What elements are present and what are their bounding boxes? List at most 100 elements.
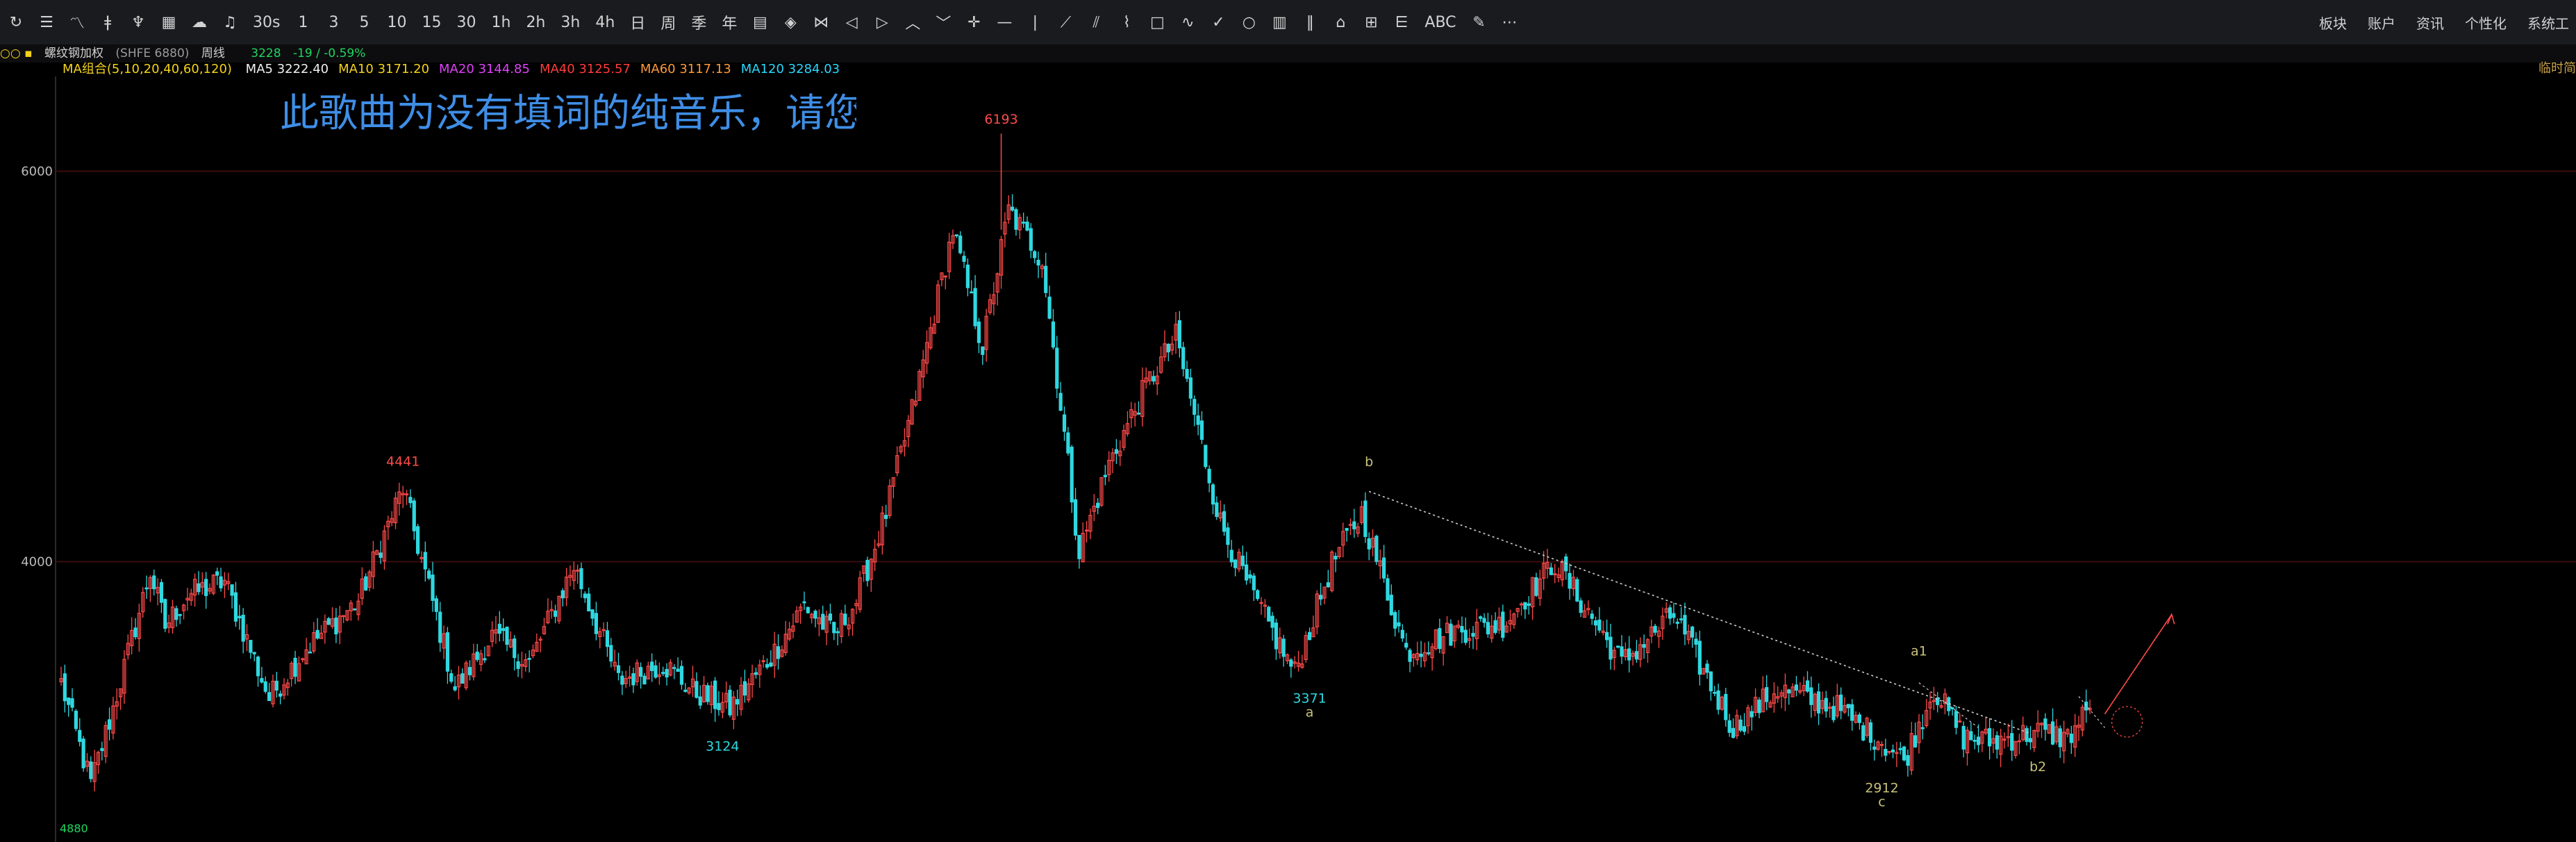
- candle-body: [267, 692, 272, 702]
- price-label: 6193: [984, 112, 1017, 127]
- eye-icon[interactable]: ◈: [779, 8, 802, 36]
- pen-icon[interactable]: ✎: [1468, 8, 1491, 36]
- candle-body: [2069, 734, 2073, 743]
- polyline-icon[interactable]: ⌇: [1115, 8, 1138, 36]
- bell-icon[interactable]: ♫: [218, 8, 242, 36]
- period-button[interactable]: 3h: [556, 8, 584, 36]
- measure-icon[interactable]: ⊞: [1359, 8, 1383, 36]
- calendar-icon[interactable]: ▤: [748, 8, 772, 36]
- candle-body: [1400, 629, 1404, 639]
- top-menu-item[interactable]: 系统工: [2527, 13, 2569, 33]
- candle-body: [638, 667, 643, 677]
- candle-body: [308, 651, 313, 654]
- period-button[interactable]: 1h: [487, 8, 515, 36]
- candle-icon[interactable]: ǂ: [96, 8, 119, 36]
- period-button[interactable]: 5: [352, 8, 376, 36]
- period-button[interactable]: 15: [417, 8, 445, 36]
- arrow-left-icon[interactable]: ◁: [840, 8, 863, 36]
- candle-body: [1404, 643, 1409, 648]
- line-chart-icon[interactable]: 〽: [65, 8, 89, 36]
- period-button[interactable]: 4h: [591, 8, 619, 36]
- chevron-down-icon[interactable]: ﹀: [931, 8, 955, 36]
- candle-body: [1482, 618, 1486, 623]
- candle-body: [501, 628, 506, 632]
- period-button[interactable]: 30: [452, 8, 480, 36]
- top-menu-item[interactable]: 个性化: [2465, 13, 2507, 33]
- circle-icon[interactable]: ○: [1237, 8, 1261, 36]
- candle-body: [1181, 347, 1186, 370]
- candle-body: [274, 680, 279, 691]
- period-button[interactable]: 周: [656, 8, 680, 36]
- list-icon[interactable]: ☰: [35, 8, 58, 36]
- chevron-up-icon[interactable]: ︿: [901, 8, 924, 36]
- candle-body: [1229, 550, 1233, 563]
- period-button[interactable]: 30s: [249, 8, 284, 36]
- period-button[interactable]: 年: [717, 8, 741, 36]
- arrow-right-icon[interactable]: ▷: [870, 8, 894, 36]
- crosshair-icon[interactable]: ✛: [962, 8, 986, 36]
- wave-icon[interactable]: ∿: [1176, 8, 1199, 36]
- vline-icon[interactable]: |: [1023, 8, 1047, 36]
- candle-body: [163, 599, 167, 629]
- candle-body: [1486, 622, 1490, 635]
- candle-body: [679, 666, 684, 685]
- top-menu-item[interactable]: 账户: [2368, 13, 2395, 33]
- candle-body: [1713, 691, 1717, 694]
- channel-icon[interactable]: ⫽: [1084, 8, 1108, 36]
- candle-body: [174, 608, 178, 620]
- period-button[interactable]: 2h: [522, 8, 549, 36]
- candle-body: [1846, 704, 1850, 709]
- expand-icon[interactable]: ⋈: [809, 8, 833, 36]
- period-button[interactable]: 1: [291, 8, 315, 36]
- ma-group-select[interactable]: MA组合(5,10,20,40,60,120): [63, 62, 232, 76]
- candle-body: [63, 673, 67, 702]
- candle-body: [1731, 727, 1736, 738]
- bars-icon[interactable]: ‖: [1298, 8, 1322, 36]
- candle-body: [1977, 736, 1981, 745]
- refresh-icon[interactable]: ↻: [4, 8, 28, 36]
- period-button[interactable]: 10: [383, 8, 410, 36]
- period-button[interactable]: 季: [687, 8, 711, 36]
- candle-body: [1256, 590, 1260, 600]
- price-chart[interactable]: 4000 6000 6193 4441 3124 3371a b a1 2912c b2: [0, 76, 2576, 842]
- top-menu-item[interactable]: 板块: [2319, 13, 2347, 33]
- candle-body: [1022, 222, 1026, 224]
- ruler-icon[interactable]: ▥: [1268, 8, 1291, 36]
- ma-legend: MA组合(5,10,20,40,60,120) MA5 3222.40 MA10 …: [63, 61, 849, 78]
- candle-body: [1193, 399, 1197, 415]
- trendline-icon[interactable]: ⟋: [1054, 8, 1077, 36]
- candle-body: [977, 321, 981, 343]
- candle-body: [631, 673, 635, 686]
- cloud-icon[interactable]: ☁: [188, 8, 211, 36]
- candle-body: [609, 645, 613, 662]
- candle-body: [1073, 499, 1078, 536]
- more-icon[interactable]: ⋯: [1498, 8, 1522, 36]
- candle-body: [74, 711, 78, 729]
- pattern-icon[interactable]: ♆: [126, 8, 150, 36]
- period-button[interactable]: 3: [322, 8, 345, 36]
- top-menu-item[interactable]: 资讯: [2416, 13, 2444, 33]
- candle-body: [1902, 746, 1906, 761]
- candle-body: [1207, 468, 1211, 484]
- home-icon[interactable]: ⌂: [1329, 8, 1352, 36]
- candle-body: [1062, 414, 1067, 432]
- period-button[interactable]: 日: [626, 8, 649, 36]
- candle-body: [1333, 556, 1338, 560]
- grid-icon[interactable]: ▦: [157, 8, 181, 36]
- candle-body: [981, 346, 985, 355]
- candle-body: [1891, 749, 1895, 752]
- candle-body: [219, 576, 223, 588]
- instrument-name[interactable]: 螺纹钢加权: [44, 47, 103, 60]
- period-button[interactable]: ABC: [1420, 8, 1460, 36]
- candle-body: [1861, 725, 1865, 741]
- instrument-code: (SHFE 6880): [115, 47, 190, 60]
- period-select[interactable]: 周线: [201, 47, 225, 60]
- price-label: a: [1306, 704, 1314, 720]
- candle-body: [1463, 629, 1468, 643]
- candle-body: [1386, 578, 1390, 601]
- check-icon[interactable]: ✓: [1206, 8, 1230, 36]
- hline-icon[interactable]: —: [992, 8, 1016, 36]
- rectangle-icon[interactable]: □: [1145, 8, 1169, 36]
- fib-icon[interactable]: ⋿: [1390, 8, 1413, 36]
- candle-body: [1824, 697, 1828, 712]
